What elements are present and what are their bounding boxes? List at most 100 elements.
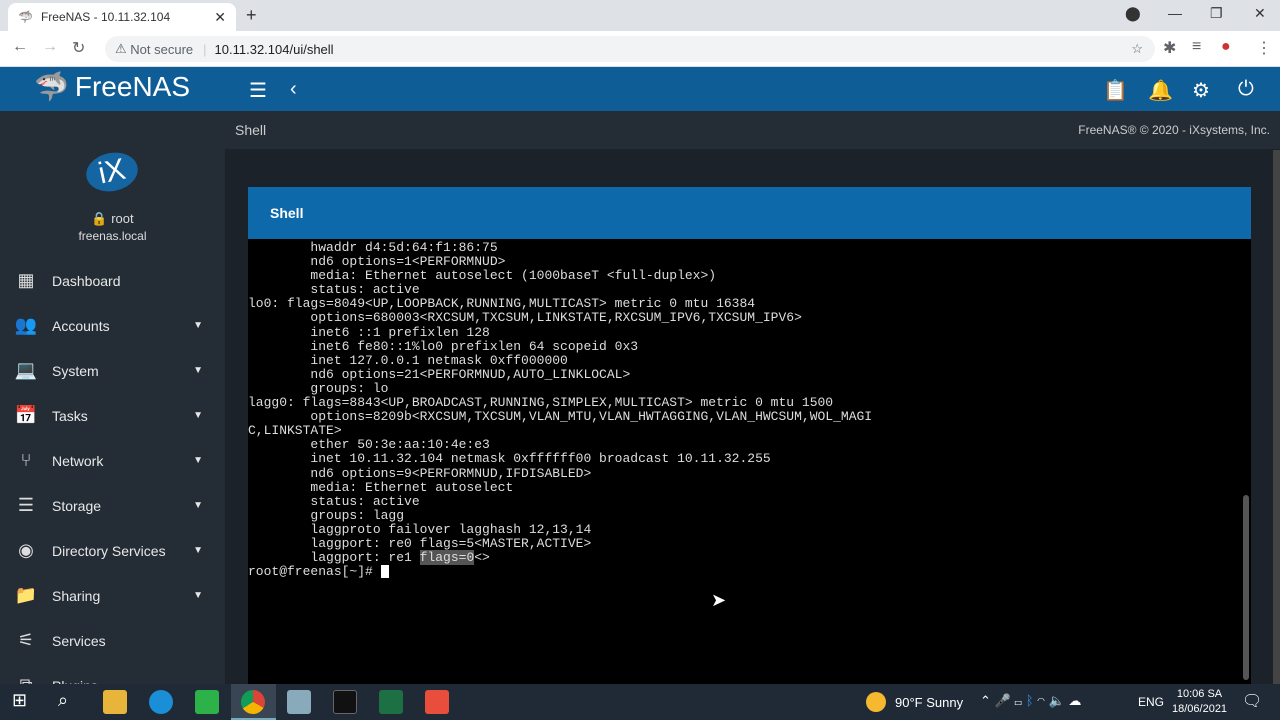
weather-text[interactable]: 90°F Sunny	[895, 695, 963, 710]
tray-icons[interactable]: ⌃ 🎤 ▭ ᛒ ◠ 🔈 ☁	[980, 693, 1081, 709]
mouse-cursor-icon: ➤	[711, 590, 727, 610]
notifications-bell-icon[interactable]: 🔔	[1148, 78, 1173, 103]
terminal-line: groups: lagg	[248, 507, 405, 523]
sidebar-item-label: System	[52, 362, 99, 379]
terminal-scrollbar[interactable]	[1243, 495, 1249, 680]
sidebar-item-plugins[interactable]: ⧉Plugins	[0, 663, 225, 684]
forward-button[interactable]: →	[42, 38, 58, 56]
minimize-button[interactable]: —	[1168, 5, 1182, 21]
windows-start-icon[interactable]: ⊞	[12, 690, 27, 711]
app-icon[interactable]	[287, 690, 311, 714]
hamburger-menu-icon[interactable]: ☰	[249, 78, 267, 103]
storage-icon: ☰	[17, 495, 35, 515]
laptop-icon: 💻	[14, 360, 38, 380]
clock[interactable]: 10:06 SA 18/06/2021	[1172, 687, 1227, 717]
recorder-icon[interactable]	[425, 690, 449, 714]
browser-menu-icon[interactable]: ⋮	[1256, 38, 1272, 58]
page-title-bar: Shell FreeNAS® © 2020 - iXsystems, Inc.	[225, 111, 1280, 149]
caret-down-icon: ▼	[193, 500, 203, 511]
power-icon[interactable]: ⏻	[1238, 78, 1254, 101]
task-manager-icon[interactable]: 📋	[1103, 78, 1128, 103]
maximize-button[interactable]: ❐	[1210, 5, 1223, 22]
excel-icon[interactable]	[379, 690, 403, 714]
chrome-taskbar-button[interactable]	[231, 684, 276, 720]
brand-name: FreeNAS	[74, 70, 191, 102]
url-input[interactable]: ⚠ Not secure | 10.11.32.104/ui/shell ☆	[105, 36, 1155, 62]
browser-tab[interactable]: 🦈 FreeNAS - 10.11.32.104 ✕	[8, 3, 236, 31]
date: 18/06/2021	[1172, 703, 1228, 715]
caret-down-icon: ▼	[193, 545, 203, 556]
time: 10:06 SA	[1176, 688, 1223, 700]
username: 🔒 root	[91, 211, 134, 226]
url-text: 10.11.32.104/ui/shell	[214, 41, 334, 57]
copyright: FreeNAS® © 2020 - iXsystems, Inc.	[1078, 123, 1270, 137]
terminal-line: status: active	[248, 493, 420, 509]
new-tab-button[interactable]: +	[246, 5, 257, 26]
caret-down-icon: ▼	[193, 320, 203, 331]
shell-card-title: Shell	[248, 187, 1251, 239]
caret-down-icon: ▼	[193, 590, 203, 601]
terminal-line: inet 10.11.32.104 netmask 0xffffff00 bro…	[248, 451, 771, 467]
sidebar-item-label: Sharing	[52, 587, 101, 604]
page-scrollbar[interactable]	[1273, 150, 1280, 684]
language-indicator[interactable]: ENG	[1138, 695, 1164, 709]
back-button[interactable]: ←	[12, 38, 28, 56]
camtasia-icon[interactable]	[195, 690, 219, 714]
close-window-button[interactable]: ✕	[1254, 5, 1266, 22]
warning-icon: ⚠	[115, 41, 131, 56]
sidebar-item-label: Services	[52, 632, 106, 649]
settings-gear-icon[interactable]: ⚙	[1192, 78, 1210, 103]
bookmark-star-icon[interactable]: ☆	[1131, 41, 1143, 57]
profile-menu-icon[interactable]: ⬤	[1125, 5, 1141, 22]
sidebar-item-label: Tasks	[52, 407, 88, 424]
terminal-line: inet 127.0.0.1 netmask 0xff000000	[248, 352, 568, 368]
sidebar-item-label: Dashboard	[52, 272, 121, 289]
reload-button[interactable]: ↻	[72, 38, 85, 58]
sidebar-item-accounts[interactable]: 👥 Accounts ▼	[0, 303, 225, 348]
terminal-line: laggport: re1 flags=0<>	[248, 550, 490, 566]
terminal-line: nd6 options=1<PERFORMNUD>	[248, 254, 506, 270]
directory-icon: ◉	[18, 540, 34, 560]
shark-logo-icon: 🦈	[34, 71, 69, 102]
file-explorer-icon[interactable]	[103, 690, 127, 714]
terminal-icon[interactable]	[333, 690, 357, 714]
sharing-icon: 📁	[14, 585, 38, 605]
sidebar-item-dashboard[interactable]: ▦ Dashboard	[0, 258, 225, 303]
terminal-line: C,LINKSTATE>	[248, 423, 342, 439]
sidebar-item-sharing[interactable]: 📁 Sharing ▼	[0, 573, 225, 618]
reading-list-icon[interactable]: ≡	[1192, 38, 1201, 56]
terminal-line: status: active	[248, 282, 420, 298]
security-label[interactable]: Not secure	[130, 42, 193, 57]
sidebar-item-services[interactable]: ⚟ Services	[0, 618, 225, 663]
shell-terminal[interactable]: hwaddr d4:5d:64:f1:86:75 nd6 options=1<P…	[248, 239, 1251, 684]
terminal-line: hwaddr d4:5d:64:f1:86:75	[248, 240, 498, 255]
sidebar-item-directory-services[interactable]: ◉ Directory Services ▼	[0, 528, 225, 573]
sidebar-item-network[interactable]: ⑂ Network ▼	[0, 438, 225, 483]
sun-weather-icon	[866, 692, 886, 712]
terminal-line: lo0: flags=8049<UP,LOOPBACK,RUNNING,MULT…	[248, 296, 756, 312]
sidebar-item-tasks[interactable]: 📅 Tasks ▼	[0, 393, 225, 438]
close-tab-icon[interactable]: ✕	[214, 9, 226, 26]
sidebar-item-label: Directory Services	[52, 542, 166, 559]
extensions-icon[interactable]: ✱	[1163, 38, 1176, 58]
sidebar-item-system[interactable]: 💻 System ▼	[0, 348, 225, 393]
terminal-line: inet6 ::1 prefixlen 128	[248, 324, 490, 340]
notification-center-icon[interactable]: 🗨	[1242, 691, 1262, 711]
page-title: Shell	[235, 122, 267, 138]
terminal-line: groups: lo	[248, 380, 389, 396]
sidebar-item-storage[interactable]: ☰ Storage ▼	[0, 483, 225, 528]
avatar[interactable]: ●	[1221, 38, 1231, 56]
collapse-sidebar-icon[interactable]: ‹	[290, 78, 297, 101]
app-header	[0, 67, 1280, 111]
sidebar-item-label: Network	[52, 452, 104, 469]
caret-down-icon: ▼	[193, 410, 203, 421]
terminal-line: laggproto failover lagghash 12,13,14	[248, 521, 592, 537]
caret-down-icon: ▼	[193, 455, 203, 466]
search-icon[interactable]: ⌕	[58, 690, 68, 711]
line-text: <>	[474, 550, 490, 566]
freenas-logo[interactable]: 🦈 FreeNAS	[34, 70, 190, 103]
edge-icon[interactable]	[149, 690, 173, 714]
terminal-line: media: Ethernet autoselect	[248, 479, 514, 495]
terminal-line: laggport: re0 flags=5<MASTER,ACTIVE>	[248, 535, 592, 551]
selected-text: flags=0	[419, 550, 475, 566]
